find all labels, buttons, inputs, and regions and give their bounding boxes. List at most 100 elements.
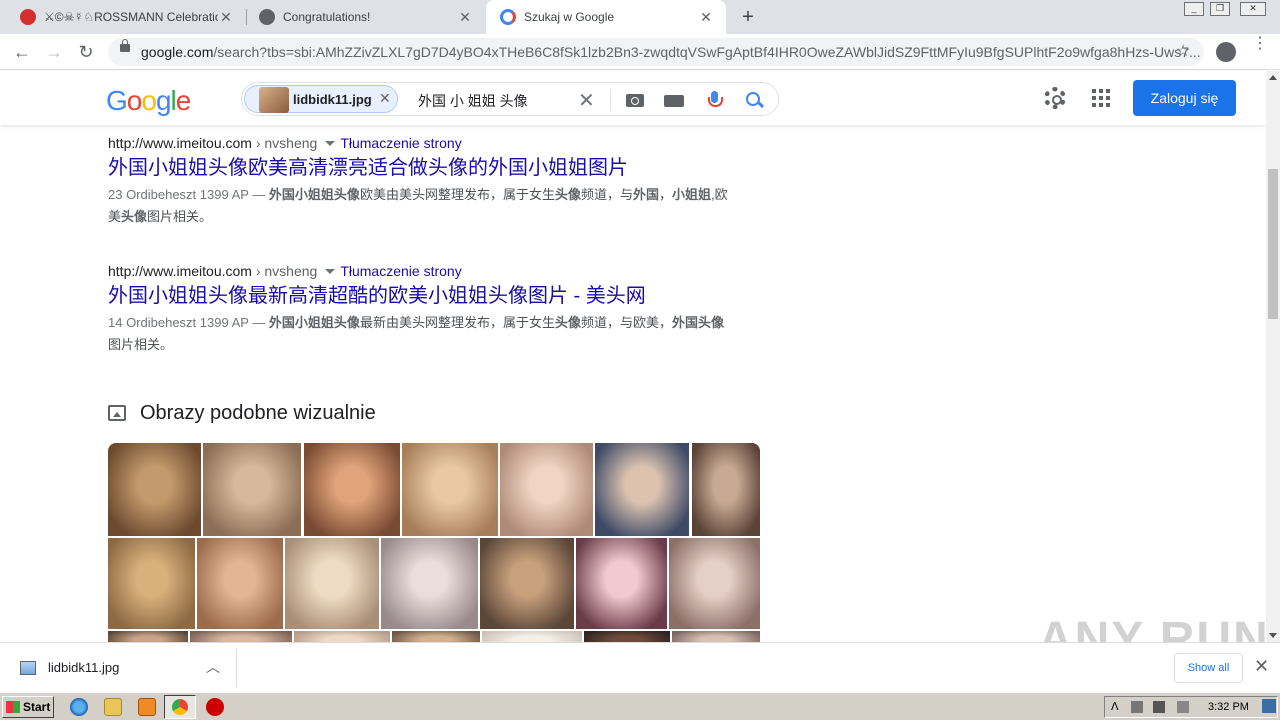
similar-image-thumbnail[interactable] — [381, 538, 478, 629]
similar-image-thumbnail[interactable] — [108, 443, 201, 536]
tab-congratulations[interactable]: Congratulations! ✕ — [247, 0, 485, 34]
sign-in-button[interactable]: Zaloguj się — [1133, 80, 1236, 116]
camera-icon[interactable] — [625, 89, 647, 111]
download-filename[interactable]: lidbidk11.jpg — [48, 660, 119, 675]
microphone-icon[interactable] — [704, 89, 726, 111]
logo-letter: e — [175, 85, 192, 116]
browser-toolbar: ← → ↻ google.com/search?tbs=sbi:AMhZZivZ… — [0, 34, 1280, 70]
similar-image-thumbnail[interactable] — [108, 538, 195, 629]
dropdown-triangle-icon[interactable] — [325, 268, 336, 274]
google-favicon-icon — [500, 9, 516, 25]
start-button[interactable]: Start — [2, 696, 54, 718]
result-title-link[interactable]: 外国小姐姐头像欧美高清漂亮适合做头像的外国小姐姐图片 — [108, 155, 728, 181]
similar-image-thumbnail[interactable] — [197, 538, 283, 629]
lock-icon[interactable] — [120, 39, 130, 52]
similar-images-heading: Obrazy podobne wizualnie — [108, 400, 376, 426]
image-search-chip[interactable]: lidbidk11.jpg ✕ — [244, 85, 398, 113]
globe-icon — [259, 9, 275, 25]
reload-icon[interactable]: ↻ — [74, 40, 98, 64]
similar-image-thumbnail[interactable] — [402, 443, 498, 536]
internet-explorer-icon[interactable] — [70, 698, 88, 716]
tab-close-icon[interactable]: ✕ — [457, 9, 473, 26]
address-bar[interactable]: google.com/search?tbs=sbi:AMhZZivZLXL7gD… — [108, 38, 1204, 66]
logo-letter: g — [155, 85, 172, 116]
settings-gear-icon[interactable] — [1044, 87, 1066, 109]
tab-google-search[interactable]: Szukaj w Google ✕ — [486, 0, 726, 34]
apps-grid-icon[interactable] — [1092, 89, 1110, 107]
taskbar-clock[interactable]: 3:32 PM — [1208, 701, 1249, 713]
tab-close-icon[interactable]: ✕ — [698, 9, 714, 26]
system-tray: ᐱ — [1104, 696, 1278, 718]
similar-image-thumbnail[interactable] — [285, 538, 379, 629]
show-all-button[interactable]: Show all — [1174, 653, 1243, 683]
chrome-taskbar-button[interactable] — [164, 695, 196, 719]
back-arrow-icon[interactable]: ← — [10, 40, 34, 64]
folder-icon[interactable] — [104, 698, 122, 716]
scrollbar-thumb[interactable] — [1268, 169, 1278, 319]
similar-image-thumbnail[interactable] — [595, 443, 689, 536]
kebab-menu-icon[interactable]: ⋮ — [1252, 36, 1268, 52]
snippet-bold-term: 头像 — [554, 187, 581, 202]
similar-image-thumbnail[interactable] — [669, 538, 760, 629]
download-bar-close-icon[interactable]: ✕ — [1254, 656, 1269, 677]
tab-title: Szukaj w Google — [524, 10, 615, 24]
snippet-fragment: 频道，与 — [580, 187, 633, 202]
google-logo[interactable]: Google — [106, 85, 192, 117]
warning-icon[interactable] — [206, 698, 224, 716]
new-tab-plus-icon[interactable]: + — [738, 5, 758, 29]
result-title-link[interactable]: 外国小姐姐头像最新高清超酷的欧美小姐姐头像图片 - 美头网 — [108, 283, 728, 309]
flag-icon[interactable] — [1177, 701, 1189, 713]
similar-image-thumbnail[interactable] — [692, 443, 760, 536]
search-query[interactable]: 外国 小 姐姐 头像 — [418, 91, 528, 111]
address-host: google.com — [141, 44, 214, 60]
show-desktop-icon[interactable] — [1262, 699, 1276, 713]
scroll-down-arrow-icon[interactable] — [1269, 633, 1277, 638]
scroll-up-arrow-icon[interactable] — [1269, 75, 1277, 80]
similar-image-thumbnail[interactable] — [203, 443, 301, 536]
similar-images-grid — [108, 443, 760, 643]
search-box[interactable]: lidbidk11.jpg ✕ 外国 小 姐姐 头像 ✕ — [241, 82, 779, 116]
tab-rossmann[interactable]: ⚔©☠☿♘ROSSMANN Celebration of t ✕ — [0, 0, 246, 34]
similar-image-thumbnail[interactable] — [576, 538, 667, 629]
translate-link[interactable]: Tłumaczenie strony — [340, 135, 461, 151]
chrome-icon — [172, 699, 188, 715]
snippet-bold-term: 小姐姐 — [672, 187, 712, 202]
vertical-scrollbar[interactable] — [1266, 71, 1280, 642]
window-close-icon[interactable]: ✕ — [1240, 2, 1266, 16]
tab-close-icon[interactable]: ✕ — [218, 9, 234, 26]
result-url[interactable]: http://www.imeitou.com — [108, 135, 252, 151]
similar-image-thumbnail[interactable] — [500, 443, 593, 536]
tab-title: Congratulations! — [283, 10, 371, 24]
similar-image-thumbnail[interactable] — [304, 443, 400, 536]
tab-title: ⚔©☠☿♘ROSSMANN Celebration of t — [44, 10, 218, 24]
tray-expand-icon[interactable]: ᐱ — [1111, 700, 1123, 713]
search-magnifier-icon[interactable] — [744, 89, 766, 111]
chevron-up-icon[interactable]: ︿ — [206, 657, 220, 677]
result-url[interactable]: http://www.imeitou.com — [108, 263, 252, 279]
snippet-fragment: 最新由美头网整理发布，属于女生 — [359, 315, 555, 330]
logo-letter: o — [126, 85, 143, 116]
clear-search-icon[interactable]: ✕ — [578, 88, 595, 113]
speaker-icon[interactable] — [1131, 701, 1143, 713]
similar-images-label[interactable]: Obrazy podobne wizualnie — [140, 402, 376, 425]
translate-link[interactable]: Tłumaczenie strony — [340, 263, 461, 279]
image-file-icon — [20, 661, 36, 675]
result-cite: http://www.imeitou.com › nvsheng Tłumacze… — [108, 261, 728, 281]
restore-icon[interactable]: ❐ — [1210, 2, 1230, 16]
dropdown-triangle-icon[interactable] — [325, 140, 336, 146]
image-icon — [108, 405, 126, 421]
snippet-fragment: 欧美由美头网整理发布，属于女生 — [359, 187, 555, 202]
logo-letter: G — [106, 85, 128, 116]
chip-remove-icon[interactable]: ✕ — [379, 90, 391, 107]
logo-letter: o — [141, 85, 157, 116]
tab-strip: ⚔©☠☿♘ROSSMANN Celebration of t ✕ Congrat… — [0, 0, 1280, 34]
forward-arrow-icon[interactable]: → — [42, 40, 66, 64]
profile-avatar-icon[interactable] — [1216, 42, 1236, 62]
search-divider — [610, 89, 611, 111]
media-player-icon[interactable] — [138, 698, 156, 716]
bookmark-star-icon[interactable]: ☆ — [1176, 41, 1190, 61]
keyboard-icon[interactable] — [664, 89, 686, 111]
minimize-icon[interactable]: _ — [1184, 2, 1204, 16]
network-icon[interactable] — [1153, 701, 1165, 713]
similar-image-thumbnail[interactable] — [480, 538, 574, 629]
